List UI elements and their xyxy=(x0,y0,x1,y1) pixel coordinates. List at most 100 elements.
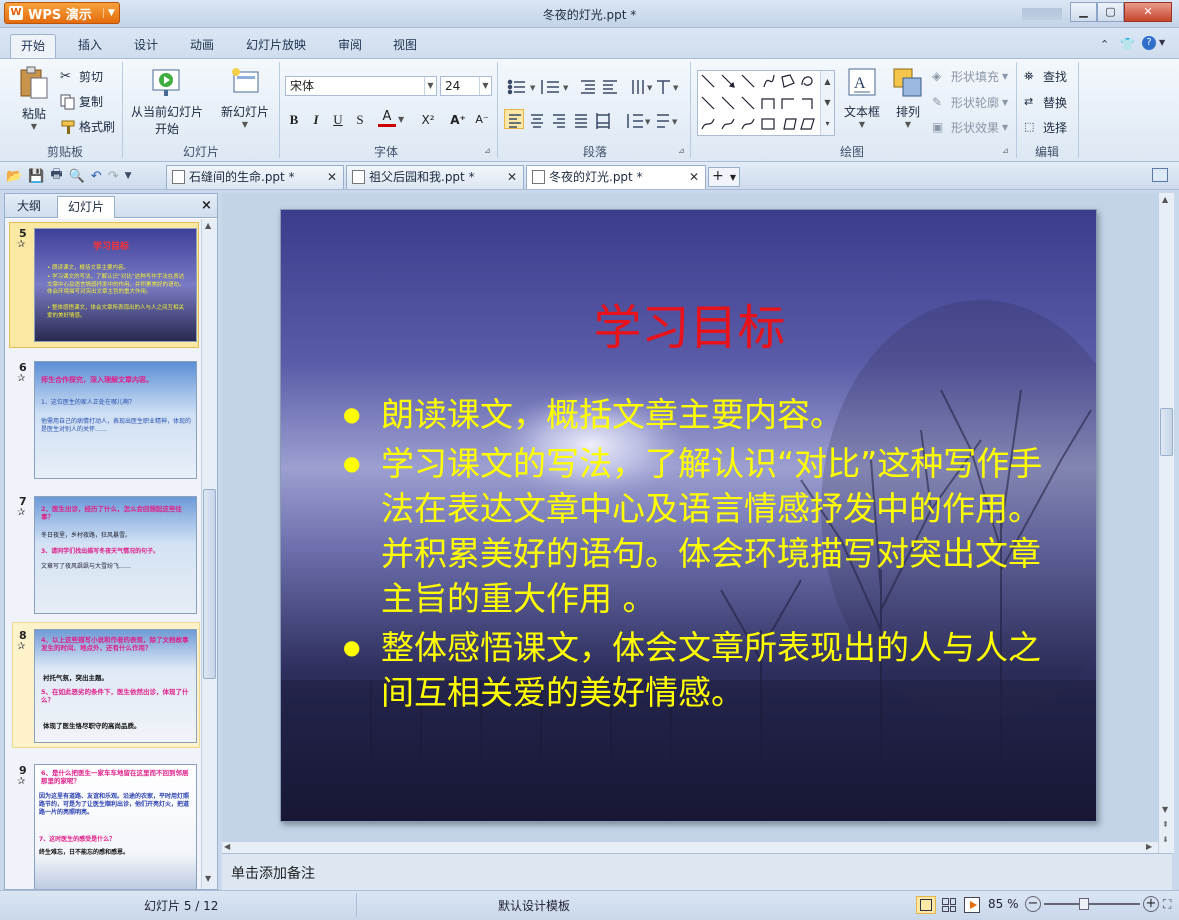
shadow-button[interactable]: S xyxy=(350,110,370,130)
print-icon[interactable]: 🖶 xyxy=(50,165,62,187)
scroll-up-icon[interactable]: ▲ xyxy=(205,221,211,230)
close-tab-icon[interactable]: ✕ xyxy=(507,166,517,188)
slide-thumbnail-5[interactable]: 学习目标 • 朗读课文，概括文章主要内容。 • 学习课文的写法，了解认识“对比”… xyxy=(34,228,197,342)
tab-animation[interactable]: 动画 xyxy=(180,34,224,58)
zoom-out-icon[interactable]: − xyxy=(1025,896,1041,912)
previous-slide-icon[interactable]: ⇞ xyxy=(1162,820,1169,829)
tab-outline[interactable]: 大纲 xyxy=(7,196,51,218)
slide-body[interactable]: ● 朗读课文，概括文章主要内容。 ● 学习课文的写法，了解认识“对比”这种写作手法在… xyxy=(343,392,1073,715)
doc-tab-2[interactable]: 祖父后园和我.ppt * ✕ xyxy=(346,165,524,189)
tab-design[interactable]: 设计 xyxy=(124,34,168,58)
select-button[interactable]: ⬚ 选择 xyxy=(1024,119,1067,136)
cut-button[interactable]: ✂ 剪切 xyxy=(60,68,103,85)
select-icon: ⬚ xyxy=(1024,119,1035,133)
doc-tab-3[interactable]: 冬夜的灯光.ppt * ✕ xyxy=(526,165,706,189)
new-tab-button[interactable]: + ▼ xyxy=(708,167,740,187)
help-dropdown-icon[interactable]: ▼ xyxy=(1159,38,1165,47)
thumbnail-scrollbar[interactable]: ▲ ▼ xyxy=(201,219,217,889)
zoom-slider-thumb[interactable] xyxy=(1079,898,1089,910)
dialog-launcher-icon[interactable]: ⊿ xyxy=(678,146,685,155)
scroll-right-icon[interactable]: ▶ xyxy=(1146,842,1152,851)
maximize-button[interactable]: ▢ xyxy=(1097,2,1124,22)
font-color-button[interactable]: A xyxy=(378,109,396,127)
tab-review[interactable]: 审阅 xyxy=(328,34,372,58)
dialog-launcher-icon[interactable]: ⊿ xyxy=(1002,146,1009,155)
new-slide-button[interactable]: 新幻灯片 ▼ xyxy=(214,66,276,129)
gallery-scroll-icon[interactable]: ▲ ▼ ▾ xyxy=(820,71,834,135)
scrollbar-thumb[interactable] xyxy=(1160,408,1173,456)
fit-window-icon[interactable]: ⛶ xyxy=(1163,897,1171,912)
play-from-current-button[interactable]: 从当前幻灯片 开始 xyxy=(128,66,206,137)
shape-outline-button[interactable]: ✎ 形状轮廓 ▼ xyxy=(932,94,1008,111)
font-size-combo[interactable]: 24 ▼ xyxy=(440,76,492,96)
close-panel-icon[interactable]: × xyxy=(201,198,212,213)
open-icon[interactable]: 📂 xyxy=(6,169,22,184)
zoom-slider-track[interactable] xyxy=(1044,903,1140,905)
slide-thumbnail-7[interactable]: 2、医生出诊，经历了什么，怎么会回想起这些往事？ 冬日夜里，乡村夜路，狂风暴雪。… xyxy=(34,496,197,614)
scroll-left-icon[interactable]: ◀ xyxy=(224,842,230,851)
shape-effect-button[interactable]: ▣ 形状效果 ▼ xyxy=(932,119,1008,136)
tab-home[interactable]: 开始 xyxy=(10,34,57,58)
font-name-combo[interactable]: 宋体 ▼ xyxy=(285,76,437,96)
scrollbar-thumb[interactable] xyxy=(203,489,216,679)
help-icon[interactable]: ? xyxy=(1142,36,1156,50)
paste-button[interactable]: 粘贴 ▼ xyxy=(16,66,52,131)
slide-thumbnail-9[interactable]: 6、是什么把医生一家车车地留在这里而不回到邻居那里的家呢？ 因为这里有道路、友谊… xyxy=(34,764,197,889)
tab-slideshow[interactable]: 幻灯片放映 xyxy=(236,34,316,58)
thumb-title: 6、是什么把医生一家车车地留在这里而不回到邻居那里的家呢？ xyxy=(41,769,189,785)
shrink-font-button[interactable]: A⁻ xyxy=(472,110,492,130)
find-button[interactable]: ⛯ 查找 xyxy=(1024,68,1067,85)
collapse-ribbon-icon[interactable]: ⌃ xyxy=(1100,38,1109,51)
editor-vertical-scrollbar[interactable]: ▲ ▼ ⇞ ⇟ xyxy=(1158,193,1174,853)
dialog-launcher-icon[interactable]: ⊿ xyxy=(484,146,491,155)
save-icon[interactable]: 💾 xyxy=(28,169,44,184)
bold-button[interactable]: B xyxy=(284,110,304,130)
doc-tab-1[interactable]: 石缝间的生命.ppt * ✕ xyxy=(166,165,344,189)
notes-pane[interactable]: 单击添加备注 xyxy=(222,853,1172,890)
skin-icon[interactable]: 👕 xyxy=(1120,37,1135,51)
print-preview-icon[interactable]: 🔍 xyxy=(69,169,85,184)
chevron-down-icon[interactable]: ▼ xyxy=(479,77,491,95)
tab-insert[interactable]: 插入 xyxy=(68,34,112,58)
shape-fill-button[interactable]: ◈ 形状填充 ▼ xyxy=(932,68,1008,85)
grow-font-button[interactable]: A⁺ xyxy=(448,110,468,130)
scissors-icon: ✂ xyxy=(60,68,71,84)
underline-button[interactable]: U xyxy=(328,110,348,130)
close-tab-icon[interactable]: ✕ xyxy=(327,166,337,188)
tab-list-icon[interactable] xyxy=(1152,168,1168,182)
replace-button[interactable]: ⇄ 替换 xyxy=(1024,94,1067,111)
italic-button[interactable]: I xyxy=(306,110,326,130)
scroll-down-icon[interactable]: ▼ xyxy=(1162,805,1168,814)
superscript-button[interactable]: X² xyxy=(418,110,438,130)
slide-title[interactable]: 学习目标 xyxy=(281,288,1096,358)
window-title: 冬夜的灯光.ppt * xyxy=(542,8,637,22)
format-painter-button[interactable]: 格式刷 xyxy=(60,118,115,135)
slide-thumbnail-6[interactable]: 师生合作探究，深入理解文章内容。 1、这位医生的家人正处在哪儿啊？ 他需用自己的… xyxy=(34,361,197,479)
arrange-button[interactable]: 排列 ▼ xyxy=(888,66,928,129)
textbox-button[interactable]: A 文本框 ▼ xyxy=(840,66,884,129)
scroll-down-icon[interactable]: ▼ xyxy=(205,874,211,883)
copy-button[interactable]: 复制 xyxy=(60,93,103,110)
minimize-button[interactable]: ▁ xyxy=(1070,2,1097,22)
scroll-up-icon[interactable]: ▲ xyxy=(1162,195,1168,204)
redo-icon[interactable]: ↷ xyxy=(108,169,119,184)
next-slide-icon[interactable]: ⇟ xyxy=(1162,835,1169,844)
close-tab-icon[interactable]: ✕ xyxy=(689,166,699,188)
customize-toolbar-icon[interactable]: ▼ xyxy=(125,171,132,181)
undo-icon[interactable]: ↶ xyxy=(91,169,102,184)
arrange-label: 排列 xyxy=(895,105,920,119)
zoom-in-icon[interactable]: + xyxy=(1143,896,1159,912)
chevron-down-icon[interactable]: ▼ xyxy=(398,115,404,124)
close-button[interactable]: ✕ xyxy=(1124,2,1172,22)
editor-horizontal-scrollbar[interactable]: ◀ ▶ xyxy=(222,841,1158,853)
current-slide[interactable]: 学习目标 ● 朗读课文，概括文章主要内容。 ● 学习课文的写法，了解认识“对比”这种… xyxy=(280,209,1097,822)
svg-text:▼: ▼ xyxy=(647,84,653,92)
select-label: 选择 xyxy=(1043,121,1068,135)
tab-view[interactable]: 视图 xyxy=(383,34,427,58)
tab-slides[interactable]: 幻灯片 xyxy=(57,196,116,218)
slideshow-view-icon[interactable] xyxy=(964,897,980,913)
slide-thumbnail-8[interactable]: 4、以上这些描写小说和作者的表现，除了文档故事发生的时间、地点外，还有什么作用？… xyxy=(34,629,197,743)
slide-sorter-icon[interactable] xyxy=(942,898,956,912)
chevron-down-icon[interactable]: ▼ xyxy=(424,77,436,95)
shapes-gallery[interactable]: ▲ ▼ ▾ xyxy=(697,70,835,136)
